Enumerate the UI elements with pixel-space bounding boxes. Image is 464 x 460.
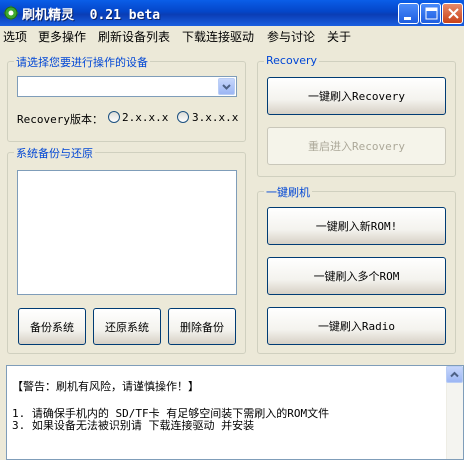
scroll-up-button[interactable] [446,366,463,383]
recovery-version-label: Recovery版本： [17,113,103,126]
radio-recovery-3x[interactable] [177,111,189,123]
recovery-group-label: Recovery [264,54,320,67]
menu-download-driver[interactable]: 下载连接驱动 [182,28,254,45]
minimize-icon [404,17,411,20]
close-button[interactable] [442,3,463,24]
menu-options[interactable]: 选项 [3,28,27,45]
maximize-button[interactable] [420,3,441,24]
radio-recovery-2x-label[interactable]: 2.x.x.x [122,111,168,124]
radio-recovery-2x[interactable] [108,111,120,123]
flash-multi-rom-button[interactable]: 一键刷入多个ROM [267,257,446,295]
menu-refresh-devices[interactable]: 刷新设备列表 [98,28,170,45]
title-bar[interactable]: 刷机精灵 0.21 beta [0,0,464,26]
log-output[interactable]: 【警告：刷机有风险，请谨慎操作！】 1. 请确保手机内的 SD/TF卡 有足够空… [6,365,464,460]
device-group: 请选择您要进行操作的设备 [7,54,246,142]
log-warning-line: 【警告：刷机有风险，请谨慎操作！】 [12,380,199,393]
device-select[interactable] [17,76,237,97]
backup-system-button[interactable]: 备份系统 [18,308,86,345]
restore-system-button[interactable]: 还原系统 [93,308,161,345]
reboot-recovery-button[interactable]: 重启进入Recovery [267,127,446,165]
menu-more-actions[interactable]: 更多操作 [38,28,86,45]
backup-list[interactable] [17,170,237,295]
flash-radio-button[interactable]: 一键刷入Radio [267,307,446,345]
device-group-label: 请选择您要进行操作的设备 [14,54,150,70]
menu-about[interactable]: 关于 [327,28,351,45]
flash-group-label: 一键刷机 [264,184,312,200]
flash-new-rom-button[interactable]: 一键刷入新ROM! [267,207,446,245]
delete-backup-button[interactable]: 删除备份 [168,308,236,345]
menu-bar: 选项 更多操作 刷新设备列表 下载连接驱动 参与讨论 关于 [0,26,464,46]
maximize-icon [425,7,438,20]
radio-recovery-3x-label[interactable]: 3.x.x.x [192,111,238,124]
device-select-dropdown-button[interactable] [218,78,235,95]
backup-group-label: 系统备份与还原 [14,145,95,161]
log-line-3: 3. 如果设备无法被识别请 下载连接驱动 并安装 [12,419,255,432]
app-gear-icon [3,5,19,21]
window-title: 刷机精灵 0.21 beta [22,8,161,23]
minimize-button[interactable] [398,3,419,24]
flash-recovery-button[interactable]: 一键刷入Recovery [267,77,446,115]
close-icon [448,8,459,19]
chevron-down-icon [222,84,231,90]
log-scrollbar[interactable] [446,366,463,459]
chevron-up-icon [450,371,459,378]
menu-discussion[interactable]: 参与讨论 [267,28,315,45]
